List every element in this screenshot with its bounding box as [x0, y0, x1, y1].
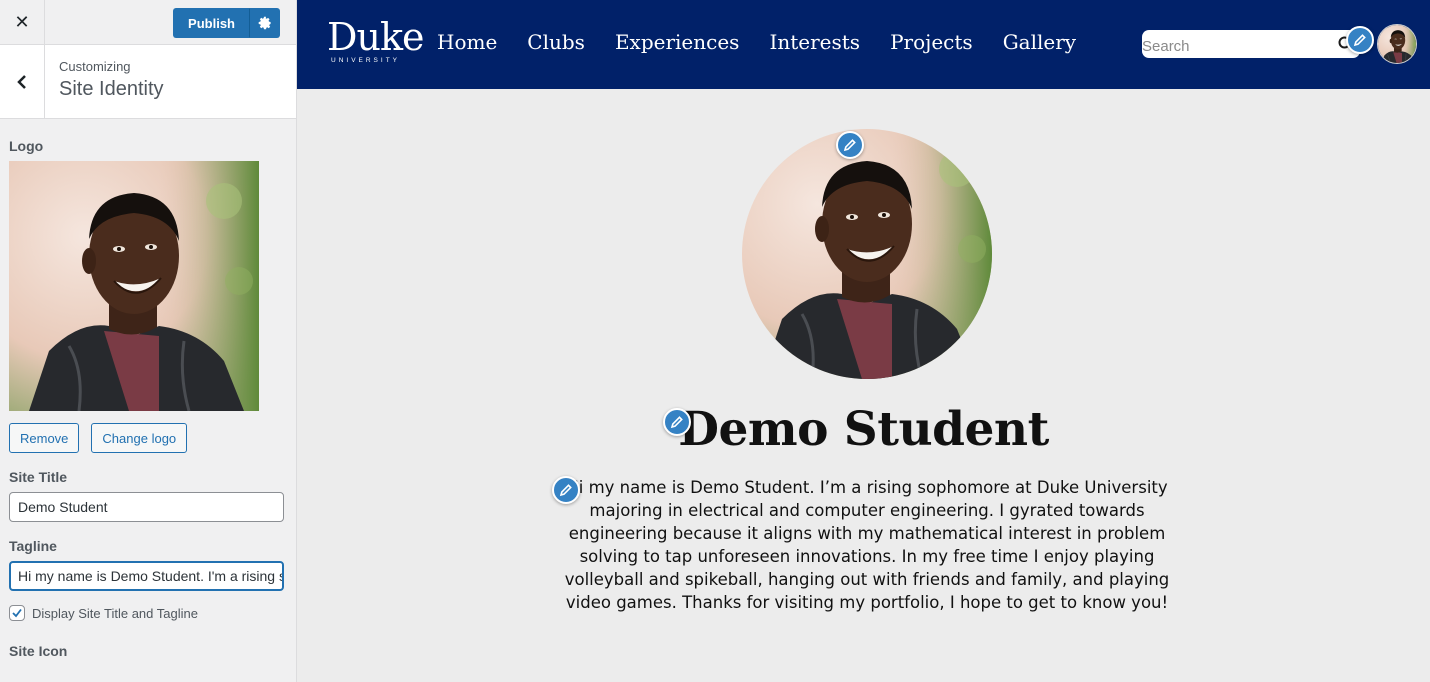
change-logo-button[interactable]: Change logo — [91, 423, 188, 453]
site-tagline: Hi my name is Demo Student. I’m a rising… — [564, 478, 1170, 612]
tagline-edit-shortcut[interactable] — [552, 476, 580, 504]
site-title-input[interactable]: Demo Student — [9, 492, 284, 522]
close-icon: ✕ — [14, 11, 30, 33]
search-edit-shortcut[interactable] — [1346, 26, 1374, 54]
site-preview: Duke UNIVERSITY Home Clubs Experiences I… — [297, 0, 1430, 682]
tagline-label: Tagline — [9, 538, 57, 554]
logo-buttons: Remove Change logo — [9, 423, 284, 453]
duke-logo[interactable]: Duke UNIVERSITY — [327, 15, 424, 64]
logo-edit-shortcut[interactable] — [836, 131, 864, 159]
checkmark-icon — [12, 608, 22, 618]
logo-label: Logo — [9, 138, 44, 154]
section-header: Customizing Site Identity — [0, 45, 296, 119]
display-title-tagline-label: Display Site Title and Tagline — [32, 605, 198, 621]
customizing-label: Customizing — [59, 59, 131, 74]
publish-group: Publish — [173, 8, 280, 38]
gear-icon — [258, 16, 271, 30]
remove-logo-button[interactable]: Remove — [9, 423, 80, 453]
site-title-label: Site Title — [9, 469, 68, 485]
section-titles: Customizing Site Identity — [45, 45, 164, 118]
pencil-icon — [843, 139, 856, 152]
nav-avatar-photo — [1378, 25, 1417, 64]
site-navbar: Duke UNIVERSITY Home Clubs Experiences I… — [297, 0, 1430, 89]
search-placeholder: Search — [1142, 37, 1190, 55]
site-title: Demo Student — [678, 402, 1049, 457]
logo-image[interactable] — [9, 161, 259, 411]
nav-item-experiences[interactable]: Experiences — [615, 30, 740, 54]
pencil-icon — [1353, 34, 1366, 47]
profile-photo — [742, 129, 992, 379]
logo-photo — [9, 161, 259, 411]
title-edit-shortcut[interactable] — [663, 408, 691, 436]
close-customizer-button[interactable]: ✕ — [0, 0, 45, 45]
customizer-sidebar: ✕ Publish Customizing Site Identity Logo — [0, 0, 297, 682]
back-button[interactable] — [0, 45, 45, 118]
controls-panel: Logo Remove Change logo Site Title Demo … — [0, 138, 296, 659]
main-nav: Home Clubs Experiences Interests Project… — [437, 30, 1076, 54]
nav-item-clubs[interactable]: Clubs — [527, 30, 585, 54]
nav-item-interests[interactable]: Interests — [769, 30, 860, 54]
tagline-input[interactable]: Hi my name is Demo Student. I'm a rising… — [9, 561, 284, 591]
customizer-header: ✕ Publish — [0, 0, 296, 45]
publish-button[interactable]: Publish — [173, 8, 250, 38]
duke-logo-word: Duke — [327, 15, 424, 59]
nav-avatar[interactable] — [1377, 24, 1417, 64]
nav-item-gallery[interactable]: Gallery — [1003, 30, 1076, 54]
search-input[interactable]: Search — [1142, 30, 1360, 58]
site-icon-label: Site Icon — [9, 643, 68, 659]
pencil-icon — [670, 416, 683, 429]
display-title-tagline-checkbox[interactable] — [9, 605, 25, 621]
display-title-tagline-row: Display Site Title and Tagline — [9, 605, 284, 621]
nav-item-home[interactable]: Home — [437, 30, 497, 54]
profile-photo-image — [742, 129, 992, 379]
chevron-left-icon — [17, 74, 26, 89]
publish-settings-button[interactable] — [250, 8, 280, 38]
pencil-icon — [559, 484, 572, 497]
section-title: Site Identity — [59, 78, 164, 100]
nav-item-projects[interactable]: Projects — [890, 30, 973, 54]
